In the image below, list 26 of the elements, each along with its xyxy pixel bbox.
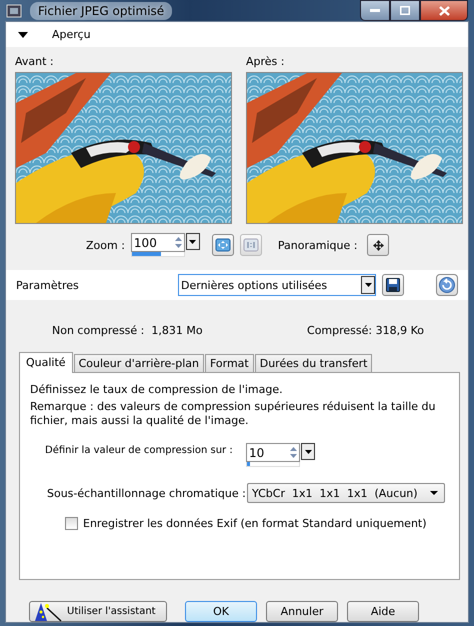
dialog-button[interactable]: Annuler bbox=[266, 601, 338, 622]
dialog-button[interactable]: Aide bbox=[347, 601, 419, 622]
dialog-button[interactable]: OK bbox=[185, 601, 257, 622]
section-title: Aperçu bbox=[52, 28, 91, 41]
spin-field[interactable]: 10 bbox=[246, 443, 300, 462]
subsampling-dropdown[interactable]: YCbCr 1x1 1x1 1x1 (Aucun) bbox=[247, 483, 445, 503]
compressed-size: Compressé: 318,9 Ko bbox=[307, 324, 424, 339]
zoom-label: Zoom : bbox=[86, 238, 125, 252]
tab[interactable]: Format bbox=[204, 354, 254, 372]
pan-label: Panoramique : bbox=[278, 238, 358, 252]
preview-label: Après : bbox=[246, 55, 286, 68]
exif-label: Enregistrer les données Exif (en format Standard uniquement) bbox=[83, 517, 427, 530]
tab[interactable]: Couleur d'arrière-plan bbox=[74, 354, 204, 372]
preview-label: Avant : bbox=[15, 55, 55, 68]
params-label: Paramètres bbox=[16, 278, 80, 292]
description-text: Définissez le taux de compression de l'image. bbox=[30, 383, 284, 397]
spin-field[interactable]: 100 bbox=[130, 233, 185, 252]
subsampling-label: Sous-échantillonnage chromatique : bbox=[47, 486, 247, 500]
remark-text: Remarque : des valeurs de compression supérieures réduisent la taille du fichier, mais aussi la qualité de l'image. bbox=[30, 400, 437, 428]
preset-dropdown[interactable]: Dernières options utilisées bbox=[178, 274, 376, 296]
wizard-button[interactable]: Utiliser l'assistant bbox=[29, 601, 167, 622]
uncompressed-size: Non compressé : 1,831 Mo bbox=[52, 324, 203, 339]
compression-label: Définir la valeur de compression sur : bbox=[45, 444, 234, 456]
tab[interactable]: Qualité bbox=[19, 352, 73, 373]
window-title: Fichier JPEG optimisé bbox=[30, 2, 172, 20]
tab[interactable]: Durées du transfert bbox=[254, 354, 372, 372]
